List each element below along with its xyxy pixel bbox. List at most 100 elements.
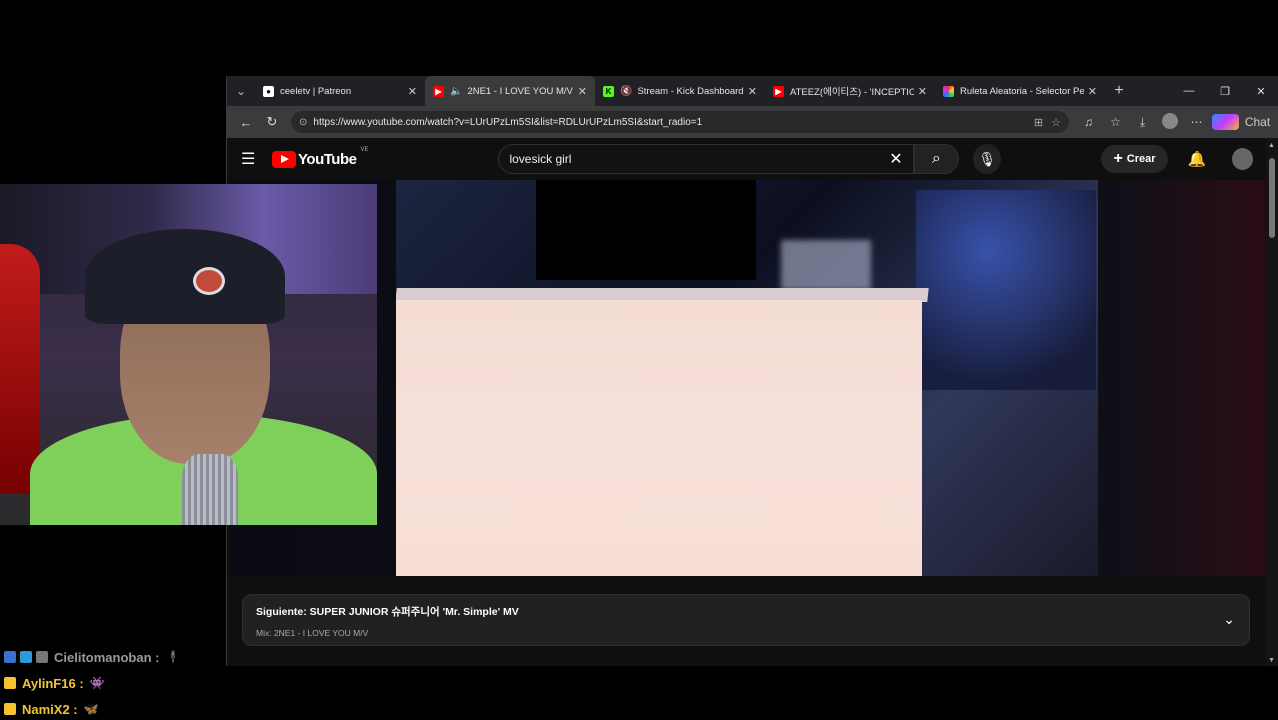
notifications-bell-icon[interactable]: 🔔 xyxy=(1188,150,1207,168)
badge-icon xyxy=(4,651,16,663)
video-frame[interactable] xyxy=(396,180,1098,576)
chevron-down-icon[interactable]: ⌄ xyxy=(1223,611,1235,628)
search-query: lovesick girl xyxy=(509,152,572,166)
up-next-panel[interactable]: Siguiente: SUPER JUNIOR 슈퍼주니어 'Mr. Simpl… xyxy=(242,594,1250,646)
close-tab-icon[interactable]: ✕ xyxy=(408,85,417,98)
copilot-chat-button[interactable]: Chat xyxy=(1212,114,1271,130)
chat-username: NamiX2 : xyxy=(22,701,78,717)
tab-kick[interactable]: K 🔇 Stream - Kick Dashboard ✕ xyxy=(595,76,765,106)
youtube-logo[interactable]: YouTube VE xyxy=(272,147,368,168)
tab-bar: ⌄ ● ceeletv | Patreon ✕ ▶ 🔈 2NE1 - I LOV… xyxy=(227,76,1278,106)
chat-message: AylinF16 : 👾 xyxy=(4,670,224,696)
site-info-icon[interactable]: ⊙ xyxy=(299,117,307,128)
crown-badge-icon xyxy=(4,677,16,689)
video-blue-light xyxy=(916,190,1096,390)
chat-username: AylinF16 : xyxy=(22,675,84,691)
close-tab-icon[interactable]: ✕ xyxy=(748,85,757,98)
media-icon[interactable]: ♫ xyxy=(1075,115,1102,129)
youtube-header: ☰ YouTube VE lovesick girl ✕ ⌕ 🎙 + Crear… xyxy=(227,138,1267,180)
account-avatar[interactable] xyxy=(1232,148,1254,170)
tab-title: ATEEZ(에이티즈) - 'INCEPTION' xyxy=(790,87,914,98)
minimize-icon[interactable]: — xyxy=(1171,85,1207,98)
kick-icon: K xyxy=(603,85,614,97)
tab-search-icon[interactable]: ⌄ xyxy=(227,76,255,106)
youtube-page: ☰ YouTube VE lovesick girl ✕ ⌕ 🎙 + Crear… xyxy=(227,138,1267,666)
chat-label: Chat xyxy=(1244,115,1271,129)
youtube-icon: ▶ xyxy=(773,85,784,97)
url-text: https://www.youtube.com/watch?v=LUrUPzLm… xyxy=(313,116,703,128)
reload-icon[interactable]: ↻ xyxy=(259,114,285,130)
scrollbar-thumb[interactable] xyxy=(1269,158,1275,238)
video-player[interactable] xyxy=(229,180,1265,576)
crown-badge-icon xyxy=(4,703,16,715)
tab-ateez[interactable]: ▶ ATEEZ(에이티즈) - 'INCEPTION' ✕ xyxy=(765,76,935,106)
wheel-icon xyxy=(943,85,954,97)
muted-speaker-icon[interactable]: 🔇 xyxy=(620,86,632,97)
plus-icon: + xyxy=(1113,150,1123,167)
stream-scene: ⌄ ● ceeletv | Patreon ✕ ▶ 🔈 2NE1 - I LOV… xyxy=(0,0,1278,720)
clear-search-icon[interactable]: ✕ xyxy=(889,149,902,169)
url-field[interactable]: ⊙ https://www.youtube.com/watch?v=LUrUPz… xyxy=(291,111,1069,133)
microphone xyxy=(182,454,238,525)
webcam-overlay xyxy=(0,184,377,525)
search-input[interactable]: lovesick girl ✕ xyxy=(498,144,914,174)
chat-overlay: Cielitomanoban : 🕴 AylinF16 : 👾 NamiX2 :… xyxy=(4,644,224,720)
microphone-icon: 🎙 xyxy=(978,150,997,167)
tab-youtube-active[interactable]: ▶ 🔈 2NE1 - I LOVE YOU M/V - Y ✕ xyxy=(425,76,595,106)
scroll-down-icon[interactable]: ▼ xyxy=(1268,657,1275,664)
browser-toolbar: ♫ ☆ ⤓ ⋯ Chat xyxy=(1075,112,1271,132)
chat-username: Cielitomanoban : xyxy=(54,649,160,665)
mix-label: Mix: 2NE1 - I LOVE YOU M/V xyxy=(256,628,369,638)
close-window-icon[interactable]: ✕ xyxy=(1243,85,1278,98)
emote-icon: 🕴 xyxy=(165,650,181,664)
close-tab-icon[interactable]: ✕ xyxy=(1088,85,1097,98)
streamer-cap xyxy=(85,229,285,324)
emote-icon: 🦋 xyxy=(83,702,99,716)
close-tab-icon[interactable]: ✕ xyxy=(578,85,587,98)
create-button[interactable]: + Crear xyxy=(1101,145,1168,173)
back-icon[interactable]: ← xyxy=(233,115,259,130)
cap-logo xyxy=(193,267,225,295)
profile-icon[interactable] xyxy=(1156,112,1183,132)
tab-patreon[interactable]: ● ceeletv | Patreon ✕ xyxy=(255,76,425,106)
youtube-wordmark: YouTube xyxy=(298,150,357,168)
next-video-label: Siguiente: SUPER JUNIOR 슈퍼주니어 'Mr. Simpl… xyxy=(256,606,519,618)
app-available-icon[interactable]: ⊞ xyxy=(1034,116,1043,129)
tab-title: Ruleta Aleatoria - Selector Pers xyxy=(960,85,1084,97)
search-button[interactable]: ⌕ xyxy=(913,144,960,174)
scroll-up-icon[interactable]: ▲ xyxy=(1268,142,1275,149)
chat-message: NamiX2 : 🦋 xyxy=(4,696,224,720)
page-scrollbar[interactable]: ▲ ▼ xyxy=(1266,138,1278,666)
browser-window: ⌄ ● ceeletv | Patreon ✕ ▶ 🔈 2NE1 - I LOV… xyxy=(226,76,1278,666)
patreon-icon: ● xyxy=(263,85,274,97)
downloads-icon[interactable]: ⤓ xyxy=(1129,115,1156,130)
tab-ruleta[interactable]: Ruleta Aleatoria - Selector Pers ✕ xyxy=(935,76,1105,106)
window-controls: — ❐ ✕ xyxy=(1171,85,1278,98)
voice-search-button[interactable]: 🎙 xyxy=(973,144,1002,174)
gaming-chair xyxy=(0,244,40,494)
country-code: VE xyxy=(360,146,369,153)
favorite-star-icon[interactable]: ☆ xyxy=(1051,116,1061,129)
close-tab-icon[interactable]: ✕ xyxy=(918,85,927,98)
more-options-icon[interactable]: ⋯ xyxy=(1183,115,1210,129)
video-dark-area xyxy=(536,180,756,280)
video-background-object xyxy=(781,240,871,290)
chat-message: Cielitomanoban : 🕴 xyxy=(4,644,224,670)
speaker-icon[interactable]: 🔈 xyxy=(450,86,462,97)
search-icon: ⌕ xyxy=(931,150,941,167)
menu-icon[interactable]: ☰ xyxy=(241,149,258,169)
tab-title: ceeletv | Patreon xyxy=(280,85,352,97)
copilot-icon xyxy=(1212,114,1239,130)
youtube-icon: ▶ xyxy=(433,85,444,97)
badge-icon xyxy=(36,651,48,663)
new-tab-button[interactable]: + xyxy=(1105,82,1133,100)
address-bar: ← ↻ ⊙ https://www.youtube.com/watch?v=LU… xyxy=(227,106,1278,138)
badge-icon xyxy=(20,651,32,663)
create-label: Crear xyxy=(1126,153,1156,165)
favorites-icon[interactable]: ☆ xyxy=(1102,115,1129,129)
emote-icon: 👾 xyxy=(89,676,105,690)
tab-title: 2NE1 - I LOVE YOU M/V - Y xyxy=(467,85,573,97)
youtube-play-icon xyxy=(272,150,297,168)
tab-title: Stream - Kick Dashboard xyxy=(637,85,744,97)
restore-icon[interactable]: ❐ xyxy=(1207,85,1243,98)
